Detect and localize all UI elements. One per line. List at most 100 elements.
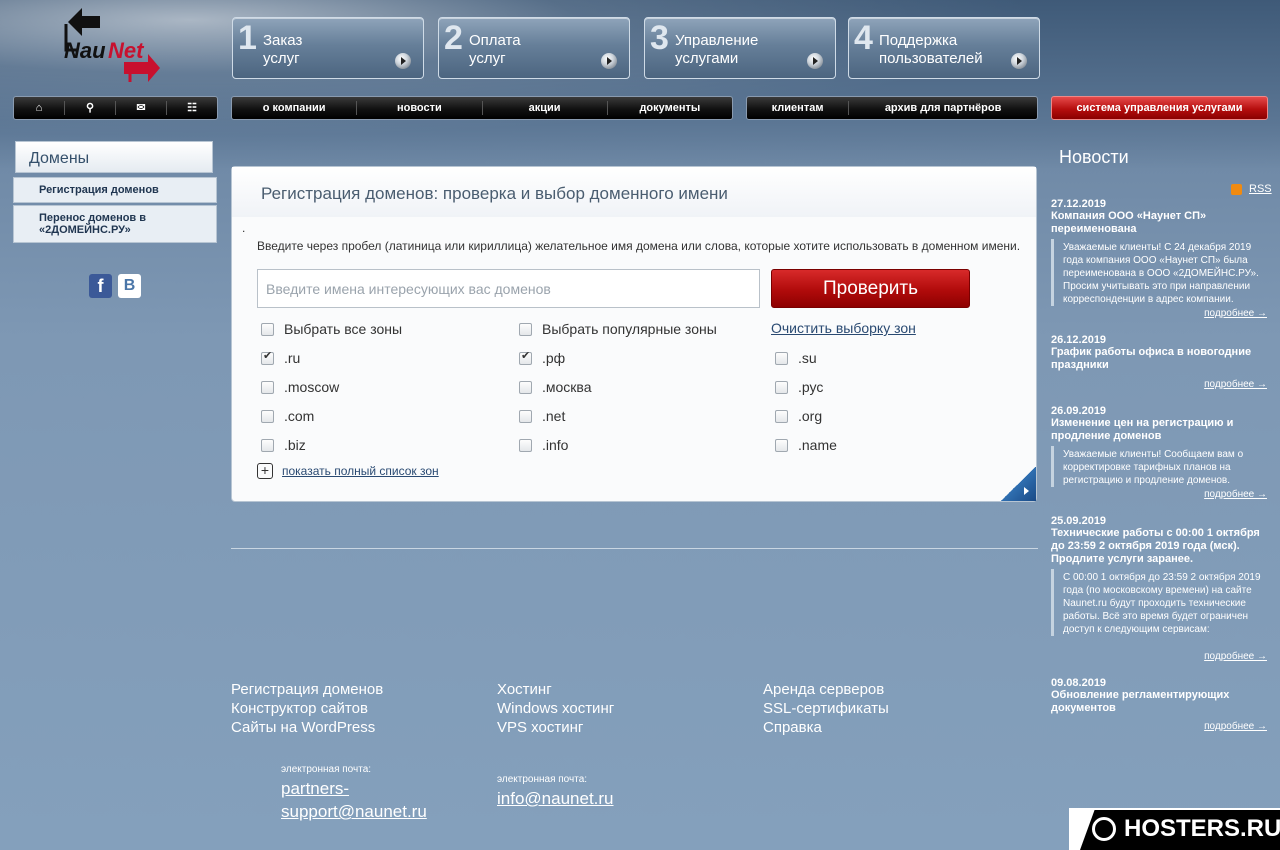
step-user-support[interactable]: 4 Поддержка пользователей (848, 17, 1040, 79)
nav-service-management[interactable]: система управления услугами (1052, 101, 1267, 115)
select-all-zones[interactable]: Выбрать все зоны (261, 321, 402, 337)
footer-link[interactable]: Сайты на WordPress (231, 718, 383, 737)
zone-ru[interactable]: .ru (261, 349, 300, 366)
news-more-link[interactable]: подробнее → (1204, 489, 1267, 500)
check-button[interactable]: Проверить (771, 269, 970, 308)
footer-link[interactable]: Справка (763, 718, 889, 737)
partners-email-link[interactable]: partners-support@naunet.ru (281, 777, 451, 823)
zone-biz[interactable]: .biz (261, 437, 306, 453)
domains-section-tab[interactable]: Домены (15, 141, 213, 173)
news-date: 09.08.2019 (1051, 677, 1107, 689)
step-service-management[interactable]: 3 Управление услугами (644, 17, 836, 79)
sitemap-icon[interactable]: ☷ (167, 101, 217, 115)
news-headline[interactable]: Изменение цен на регистрацию и продление… (1051, 417, 1271, 443)
zone-label: .info (542, 437, 569, 453)
news-headline[interactable]: Компания ООО «Наунет СП» переименована (1051, 210, 1271, 236)
news-more-link[interactable]: подробнее → (1204, 721, 1267, 732)
arrow-right-icon[interactable] (1011, 53, 1027, 69)
checkbox[interactable] (775, 409, 788, 423)
show-all-zones-link[interactable]: + показать полный список зон (257, 463, 439, 479)
news-more-link[interactable]: подробнее → (1204, 308, 1267, 319)
zone-name[interactable]: .name (775, 437, 837, 453)
footer-column-domains: Регистрация доменов Конструктор сайтов С… (231, 680, 383, 737)
arrow-right-icon[interactable] (601, 53, 617, 69)
checkbox[interactable] (775, 380, 788, 394)
zone-info[interactable]: .info (519, 437, 568, 453)
footer-link[interactable]: Windows хостинг (497, 699, 614, 718)
checkbox[interactable] (261, 380, 274, 394)
news-more-link[interactable]: подробнее → (1204, 379, 1267, 390)
nav-promos[interactable]: акции (483, 101, 608, 115)
step-number: 4 (854, 19, 873, 57)
step-order-services[interactable]: 1 Заказ услуг (232, 17, 424, 79)
facebook-icon[interactable]: f (89, 274, 112, 298)
select-popular-zones[interactable]: Выбрать популярные зоны (519, 321, 717, 337)
clear-zones-link[interactable]: Очистить выборку зон (771, 320, 916, 336)
checkbox[interactable] (261, 349, 274, 365)
footer-link[interactable]: SSL-сертификаты (763, 699, 889, 718)
step-payment[interactable]: 2 Оплата услуг (438, 17, 630, 79)
footer-link[interactable]: VPS хостинг (497, 718, 614, 737)
checkbox[interactable] (519, 409, 532, 423)
news-headline[interactable]: График работы офиса в новогодние праздни… (1051, 346, 1271, 372)
icon-navbar: ⌂ ⚲ ✉ ☷ (13, 96, 218, 120)
nav-about[interactable]: о компании (232, 101, 358, 115)
domain-search-input[interactable] (257, 269, 760, 308)
panel-dot: . (242, 221, 246, 235)
plus-icon[interactable]: + (257, 463, 273, 479)
nav-clients[interactable]: клиентам (747, 101, 850, 115)
checkbox[interactable] (261, 438, 274, 452)
info-email-link[interactable]: info@naunet.ru (497, 787, 614, 810)
news-headline[interactable]: Обновление регламентирующих документов (1051, 689, 1271, 715)
news-more-link[interactable]: подробнее → (1204, 651, 1267, 662)
news-headline[interactable]: Технические работы с 00:00 1 октября до … (1051, 527, 1271, 566)
checkbox[interactable] (519, 438, 532, 452)
rss-label[interactable]: RSS (1249, 183, 1272, 195)
footer-link[interactable]: Аренда серверов (763, 680, 889, 699)
footer-link[interactable]: Регистрация доменов (231, 680, 383, 699)
panel-description: Введите через пробел (латиница или кирил… (257, 239, 1021, 253)
zone-org[interactable]: .org (775, 408, 822, 424)
left-menu-item-registration[interactable]: Регистрация доменов (13, 177, 217, 203)
news-text: Уважаемые клиенты! С 24 декабря 2019 год… (1051, 239, 1271, 306)
step-label: пользователей (879, 50, 983, 67)
zone-moskva[interactable]: .москва (519, 379, 592, 395)
checkbox[interactable] (519, 380, 532, 394)
zone-rus[interactable]: .рус (775, 379, 823, 395)
arrow-right-icon[interactable] (807, 53, 823, 69)
zone-rf[interactable]: .рф (519, 349, 565, 366)
checkbox[interactable] (519, 349, 532, 365)
zone-su[interactable]: .su (775, 350, 817, 366)
checkbox[interactable] (261, 409, 274, 423)
zone-com[interactable]: .com (261, 408, 314, 424)
vkontakte-icon[interactable]: B (118, 274, 141, 298)
page-title: Регистрация доменов: проверка и выбор до… (261, 184, 728, 203)
rss-icon[interactable] (1231, 183, 1242, 195)
checkbox[interactable] (775, 351, 788, 365)
checkbox[interactable] (775, 438, 788, 452)
home-icon[interactable]: ⌂ (14, 101, 65, 115)
nav-documents[interactable]: документы (608, 101, 732, 115)
nav-news[interactable]: новости (357, 101, 483, 115)
left-menu-item-transfer[interactable]: Перенос доменов в «2ДОМЕЙНС.РУ» (13, 205, 217, 243)
zone-moscow[interactable]: .moscow (261, 379, 339, 395)
step-label: Оплата (469, 32, 521, 49)
arrow-right-icon[interactable] (395, 53, 411, 69)
news-date: 26.12.2019 (1051, 334, 1107, 346)
checkbox[interactable] (519, 322, 532, 336)
footer-link[interactable]: Хостинг (497, 680, 614, 699)
search-icon[interactable]: ⚲ (65, 101, 116, 115)
clients-navbar: клиентам архив для партнёров (746, 96, 1038, 120)
mail-icon[interactable]: ✉ (116, 101, 167, 115)
corner-arrow-icon[interactable] (1000, 467, 1036, 501)
naunet-logo[interactable]: Nau Net (60, 6, 170, 92)
news-date: 26.09.2019 (1051, 405, 1107, 417)
rss-link[interactable]: RSS (1231, 183, 1272, 195)
nav-partners-archive[interactable]: архив для партнёров (849, 101, 1037, 115)
zone-net[interactable]: .net (519, 408, 565, 424)
checkbox[interactable] (261, 322, 274, 336)
news-item: 26.12.2019 График работы офиса в новогод… (1051, 334, 1271, 392)
zone-label: .net (542, 408, 566, 424)
footer-link[interactable]: Конструктор сайтов (231, 699, 383, 718)
show-all-label[interactable]: показать полный список зон (282, 464, 439, 478)
